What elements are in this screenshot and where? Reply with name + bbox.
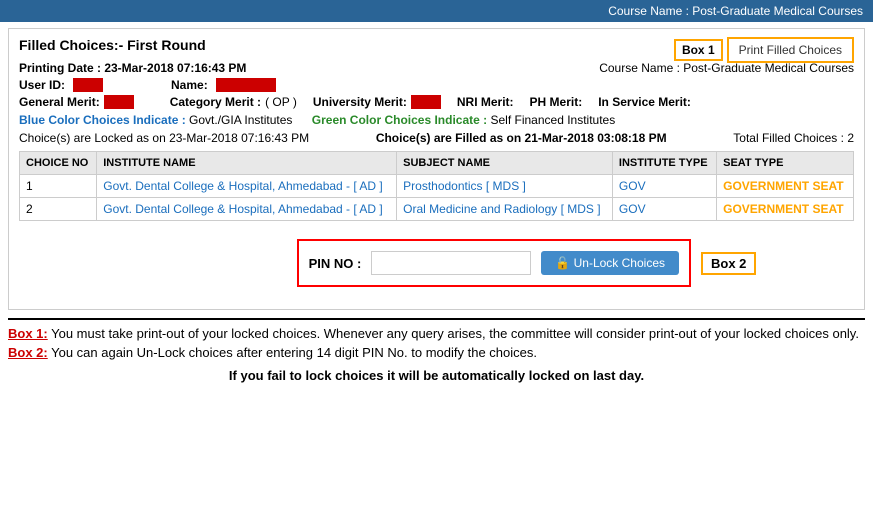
box1-note-text: You must take print-out of your locked c… — [51, 326, 859, 341]
pin-label: PIN NO : — [309, 256, 362, 271]
university-merit-value — [411, 95, 441, 109]
below-section: Box 1: You must take print-out of your l… — [8, 318, 865, 383]
box2-note: Box 2: You can again Un-Lock choices aft… — [8, 345, 865, 360]
cell-institute-name: Govt. Dental College & Hospital, Ahmedab… — [97, 175, 397, 198]
main-panel: Box 1 Print Filled Choices Filled Choice… — [8, 28, 865, 310]
cell-seat-type: GOVERNMENT SEAT — [717, 175, 854, 198]
color-legend: Blue Color Choices Indicate : Govt./GIA … — [19, 113, 854, 127]
printing-date-row: Printing Date : 23-Mar-2018 07:16:43 PM … — [19, 61, 854, 75]
pin-outer: PIN NO : 🔓 Un-Lock Choices Box 2 — [19, 231, 854, 295]
general-merit-value — [104, 95, 134, 109]
col-institute-type: INSTITUTE TYPE — [612, 152, 716, 175]
lock-icon: 🔓 — [555, 256, 570, 270]
cell-subject-name: Oral Medicine and Radiology [ MDS ] — [397, 198, 613, 221]
box1-ref: Box 1: — [8, 326, 48, 341]
pin-input[interactable] — [371, 251, 531, 275]
nri-merit-label: NRI Merit: — [457, 95, 514, 109]
top-bar: Course Name : Post-Graduate Medical Cour… — [0, 0, 873, 22]
col-subject-name: SUBJECT NAME — [397, 152, 613, 175]
divider — [8, 318, 865, 320]
course-name-info: Course Name : Post-Graduate Medical Cour… — [599, 61, 854, 75]
university-merit-label: University Merit: — [313, 95, 407, 109]
box2-label: Box 2 — [701, 252, 756, 275]
cell-institute-name: Govt. Dental College & Hospital, Ahmedab… — [97, 198, 397, 221]
green-legend-desc: Self Financed Institutes — [491, 113, 616, 127]
col-seat-type: SEAT TYPE — [717, 152, 854, 175]
print-filled-choices-button[interactable]: Print Filled Choices — [727, 37, 854, 63]
merit-row: General Merit: Category Merit : ( OP ) U… — [19, 95, 854, 109]
locked-info-row: Choice(s) are Locked as on 23-Mar-2018 0… — [19, 131, 854, 145]
bold-warning: If you fail to lock choices it will be a… — [8, 368, 865, 383]
locked-text: Choice(s) are Locked as on 23-Mar-2018 0… — [19, 131, 309, 145]
box2-ref: Box 2: — [8, 345, 48, 360]
print-btn-area: Box 1 Print Filled Choices — [674, 37, 854, 63]
name-label: Name: — [171, 78, 208, 92]
pin-section: PIN NO : 🔓 Un-Lock Choices — [297, 239, 691, 287]
blue-legend-label: Blue Color Choices Indicate : — [19, 113, 186, 127]
box1-note: Box 1: You must take print-out of your l… — [8, 326, 865, 341]
choices-table: Choice No INSTITUTE NAME SUBJECT NAME IN… — [19, 151, 854, 221]
category-merit-value: ( OP ) — [265, 95, 297, 109]
col-choice-no: Choice No — [20, 152, 97, 175]
cell-seat-type: GOVERNMENT SEAT — [717, 198, 854, 221]
userid-label: User ID: — [19, 78, 65, 92]
unlock-btn-label: Un-Lock Choices — [574, 256, 665, 270]
table-row: 1Govt. Dental College & Hospital, Ahmeda… — [20, 175, 854, 198]
cell-choice-no: 1 — [20, 175, 97, 198]
table-row: 2Govt. Dental College & Hospital, Ahmeda… — [20, 198, 854, 221]
cell-subject-name: Prosthodontics [ MDS ] — [397, 175, 613, 198]
table-header-row: Choice No INSTITUTE NAME SUBJECT NAME IN… — [20, 152, 854, 175]
name-value-redacted — [216, 78, 276, 92]
total-filled: Total Filled Choices : 2 — [733, 131, 854, 145]
cell-institute-type: GOV — [612, 175, 716, 198]
userid-value-redacted — [73, 78, 103, 92]
unlock-choices-button[interactable]: 🔓 Un-Lock Choices — [541, 251, 679, 275]
category-merit-label: Category Merit : — [170, 95, 261, 109]
cell-choice-no: 2 — [20, 198, 97, 221]
in-service-merit-label: In Service Merit: — [598, 95, 691, 109]
box2-note-text: You can again Un-Lock choices after ente… — [51, 345, 537, 360]
ph-merit-label: PH Merit: — [530, 95, 583, 109]
cell-institute-type: GOV — [612, 198, 716, 221]
general-merit-label: General Merit: — [19, 95, 100, 109]
userid-name-row: User ID: Name: — [19, 78, 854, 92]
course-name-top: Course Name : Post-Graduate Medical Cour… — [608, 4, 863, 18]
box1-label: Box 1 — [674, 39, 723, 61]
green-legend-label: Green Color Choices Indicate : — [312, 113, 487, 127]
col-institute-name: INSTITUTE NAME — [97, 152, 397, 175]
filled-text: Choice(s) are Filled as on 21-Mar-2018 0… — [376, 131, 667, 145]
printing-date: Printing Date : 23-Mar-2018 07:16:43 PM — [19, 61, 246, 75]
blue-legend-desc: Govt./GIA Institutes — [189, 113, 292, 127]
